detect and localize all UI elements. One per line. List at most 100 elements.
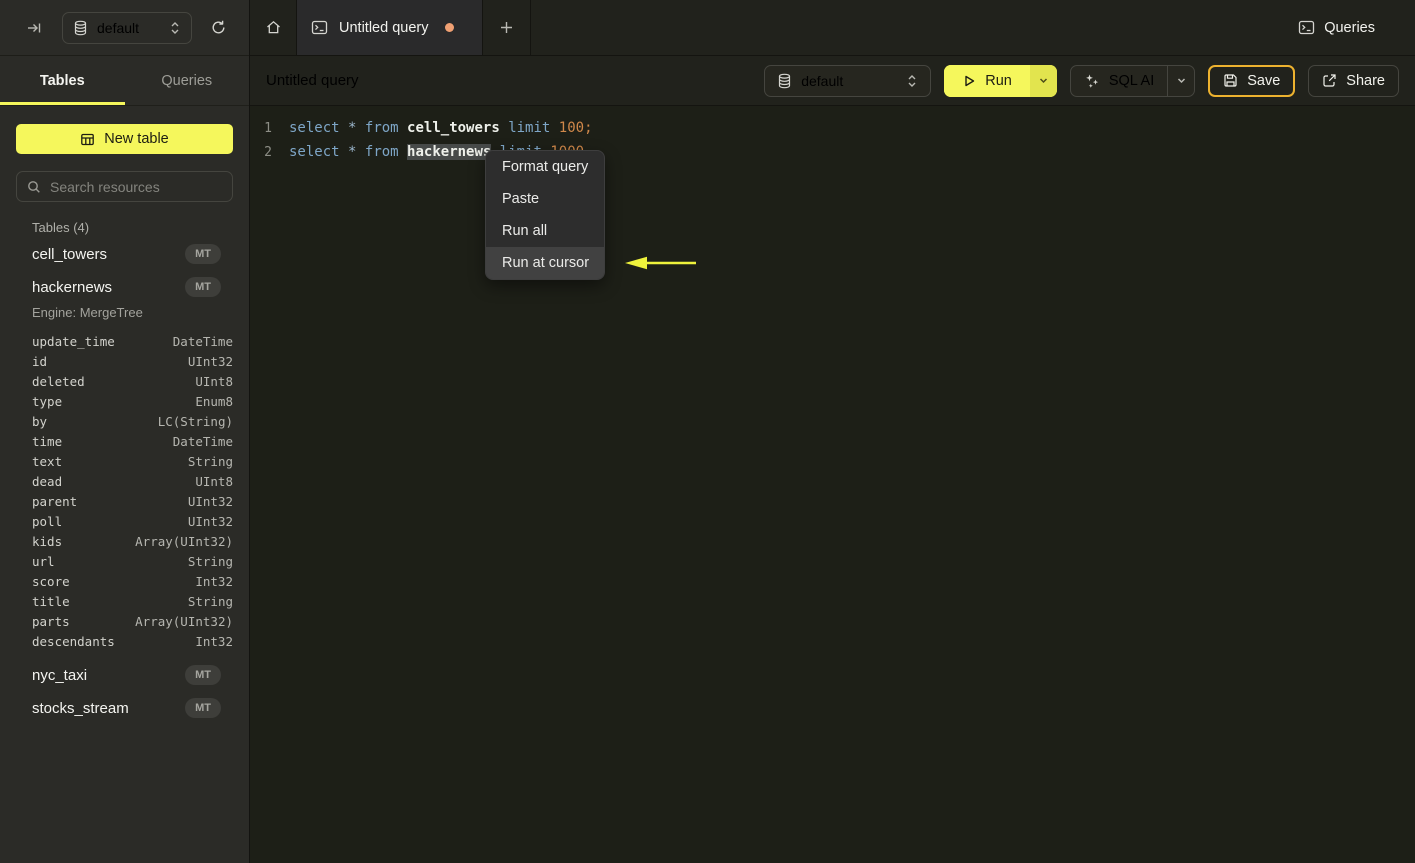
column-row: parts Array(UInt32) xyxy=(32,611,233,631)
menu-item-format-query[interactable]: Format query xyxy=(486,151,604,183)
column-row: by LC(String) xyxy=(32,411,233,431)
engine-badge: MT xyxy=(185,244,221,264)
plus-icon xyxy=(499,20,514,35)
column-name: parent xyxy=(32,493,78,509)
menu-item-run-all[interactable]: Run all xyxy=(486,215,604,247)
sidebar-tab-queries[interactable]: Queries xyxy=(125,56,250,105)
table-name: nyc_taxi xyxy=(32,666,88,684)
menu-item-run-at-cursor[interactable]: Run at cursor xyxy=(486,247,604,279)
refresh-icon xyxy=(210,19,227,36)
sql-ai-split-button: SQL AI xyxy=(1069,64,1196,97)
queries-button[interactable]: Queries xyxy=(1298,0,1375,55)
column-name: text xyxy=(32,453,63,469)
column-list: update_time DateTime id UInt32 deleted UInt8 t… xyxy=(32,331,233,651)
table-row-hackernews[interactable]: hackernews MT xyxy=(16,272,233,302)
updown-chevron-icon xyxy=(169,21,181,35)
updown-chevron-icon xyxy=(906,74,918,88)
save-button[interactable]: Save xyxy=(1208,64,1296,97)
column-type: LC(String) xyxy=(157,413,233,429)
sql-ai-label: SQL AI xyxy=(1108,72,1155,89)
column-name: time xyxy=(32,433,63,449)
sidebar-database-selector[interactable]: default xyxy=(62,11,192,44)
home-button[interactable] xyxy=(250,0,297,55)
sql-ai-options-button[interactable] xyxy=(1167,65,1194,96)
column-row: id UInt32 xyxy=(32,351,233,371)
table-name: hackernews xyxy=(32,278,113,296)
code-line: 2select * from hackernews limit 1000 xyxy=(250,140,1415,164)
sidebar-tabs: Tables Queries xyxy=(0,56,249,106)
column-row: type Enum8 xyxy=(32,391,233,411)
refresh-button[interactable] xyxy=(206,15,231,40)
share-button[interactable]: Share xyxy=(1308,64,1399,97)
column-row: score Int32 xyxy=(32,571,233,591)
column-row: deleted UInt8 xyxy=(32,371,233,391)
tab-untitled-query[interactable]: Untitled query xyxy=(297,0,483,55)
main-area: Untitled query Queries Untitled query de… xyxy=(250,0,1415,863)
column-row: url String xyxy=(32,551,233,571)
column-name: deleted xyxy=(32,373,85,389)
column-type: Array(UInt32) xyxy=(135,533,233,549)
run-split-button: Run xyxy=(944,64,1057,97)
column-type: Int32 xyxy=(195,633,233,649)
sparkles-icon xyxy=(1084,73,1100,89)
annotation-arrow xyxy=(622,254,700,272)
column-row: descendants Int32 xyxy=(32,631,233,651)
query-toolbar: Untitled query default Run SQL AI Save S… xyxy=(250,56,1415,106)
column-row: poll UInt32 xyxy=(32,511,233,531)
column-type: String xyxy=(187,593,233,609)
table-row-stocks-stream[interactable]: stocks_stream MT xyxy=(16,693,233,723)
column-row: title String xyxy=(32,591,233,611)
run-button[interactable]: Run xyxy=(944,64,1030,97)
toolbar-database-selector[interactable]: default xyxy=(764,64,932,97)
table-name: stocks_stream xyxy=(32,699,129,717)
column-type: UInt32 xyxy=(187,353,233,369)
engine-badge: MT xyxy=(185,698,221,718)
column-name: type xyxy=(32,393,63,409)
column-name: kids xyxy=(32,533,63,549)
collapse-sidebar-button[interactable] xyxy=(22,16,46,40)
terminal-icon xyxy=(1298,20,1315,35)
column-row: dead UInt8 xyxy=(32,471,233,491)
column-type: UInt8 xyxy=(195,473,233,489)
new-table-button[interactable]: New table xyxy=(16,124,233,154)
column-row: parent UInt32 xyxy=(32,491,233,511)
database-selector-value: default xyxy=(97,19,140,36)
menu-item-paste[interactable]: Paste xyxy=(486,183,604,215)
collapse-sidebar-icon xyxy=(26,20,42,36)
column-name: id xyxy=(32,353,48,369)
floppy-icon xyxy=(1223,73,1238,88)
code-line: 1 select * from cell_towers limit 100; xyxy=(250,116,1415,140)
queries-label: Queries xyxy=(1324,19,1375,36)
table-row-cell-towers[interactable]: cell_towers MT xyxy=(16,239,233,269)
terminal-icon xyxy=(311,20,328,35)
column-type: Int32 xyxy=(195,573,233,589)
sql-ai-button[interactable]: SQL AI xyxy=(1071,66,1167,96)
column-type: Enum8 xyxy=(195,393,233,409)
run-options-button[interactable] xyxy=(1029,64,1057,97)
new-table-label: New table xyxy=(104,131,169,147)
column-name: url xyxy=(32,553,55,569)
sidebar-tab-tables[interactable]: Tables xyxy=(0,56,125,105)
column-name: by xyxy=(32,413,48,429)
home-icon xyxy=(265,19,282,36)
chevron-down-icon xyxy=(1038,75,1049,86)
column-type: UInt8 xyxy=(195,373,233,389)
line-number: 1 xyxy=(264,120,272,136)
column-type: UInt32 xyxy=(187,493,233,509)
table-name: cell_towers xyxy=(32,245,108,263)
table-row-nyc-taxi[interactable]: nyc_taxi MT xyxy=(16,660,233,690)
tables-section-label: Tables (4) xyxy=(32,220,90,235)
new-tab-button[interactable] xyxy=(483,0,531,55)
sql-editor[interactable]: 1 select * from cell_towers limit 100; 2 se… xyxy=(250,107,1415,863)
column-name: poll xyxy=(32,513,63,529)
table-grid-icon xyxy=(80,132,95,147)
engine-badge: MT xyxy=(185,665,221,685)
search-input[interactable] xyxy=(50,178,222,195)
column-name: descendants xyxy=(32,633,115,649)
database-selector-value: default xyxy=(801,72,844,89)
tab-label: Untitled query xyxy=(339,19,429,36)
query-title: Untitled query xyxy=(266,72,359,89)
toolbar-controls: default Run SQL AI Save Share xyxy=(764,64,1399,97)
code-text: select * from cell_towers limit 100; xyxy=(289,120,593,136)
